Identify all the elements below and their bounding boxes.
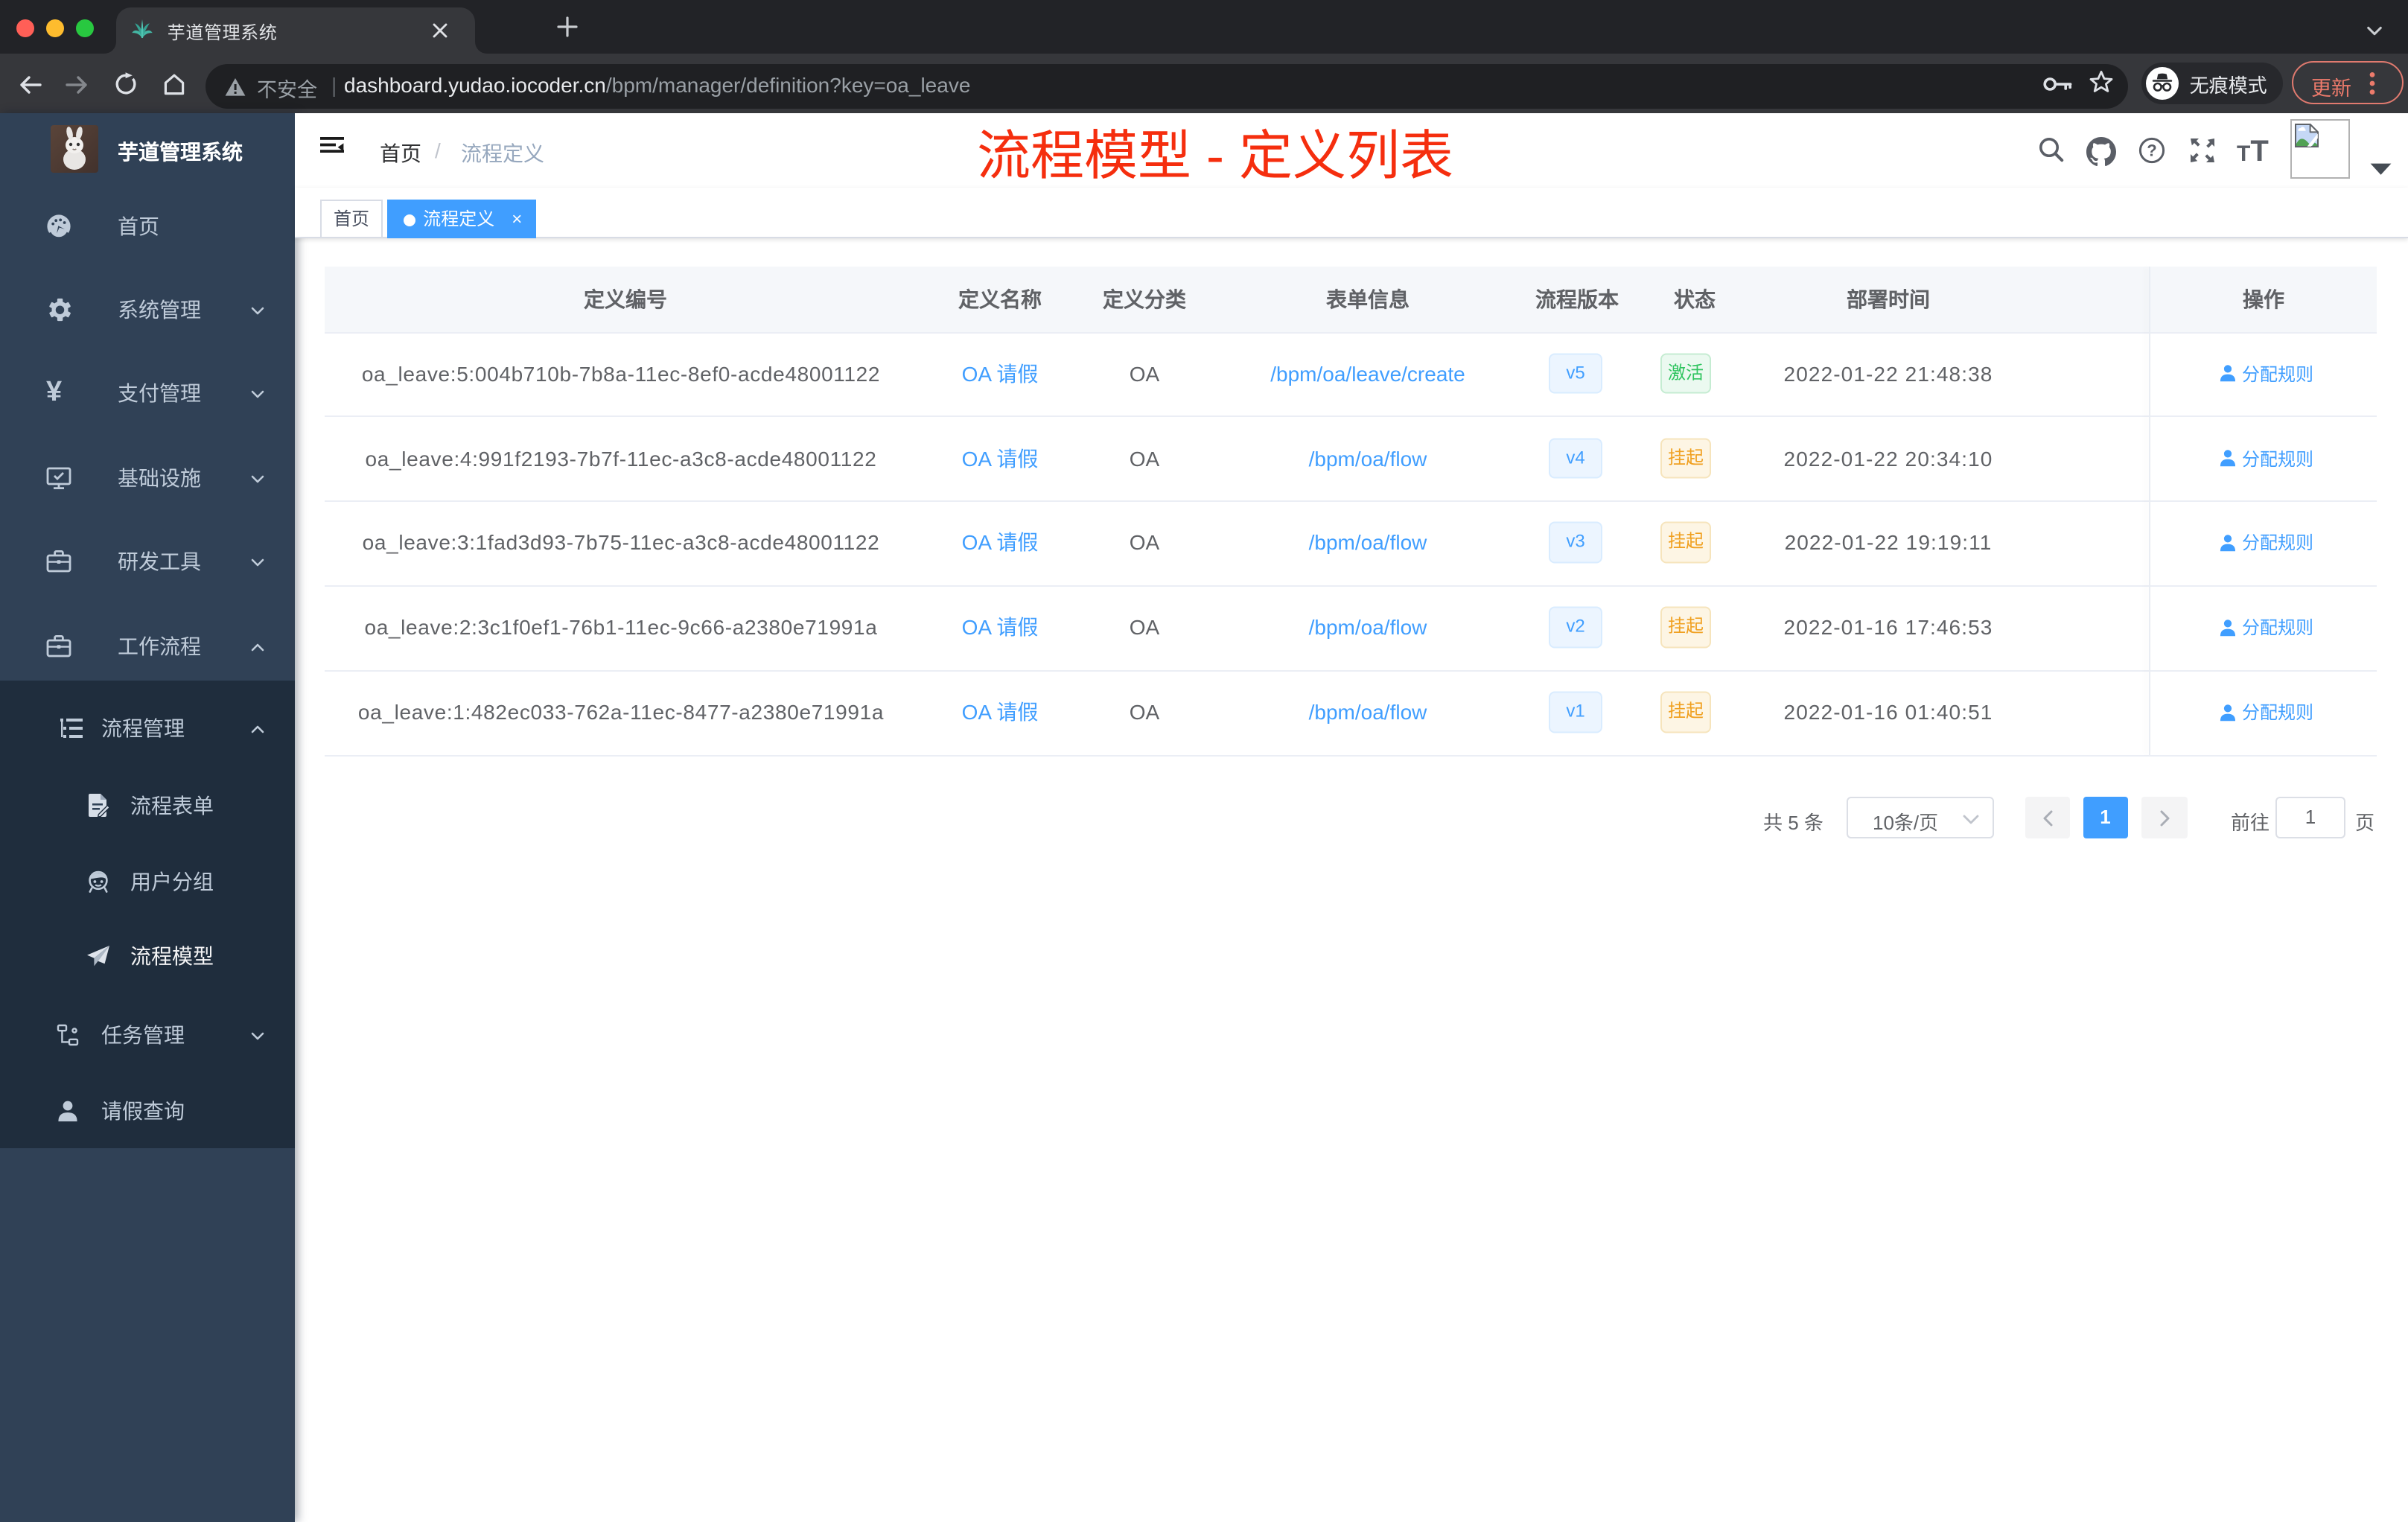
svg-text:?: ? — [2147, 141, 2156, 160]
